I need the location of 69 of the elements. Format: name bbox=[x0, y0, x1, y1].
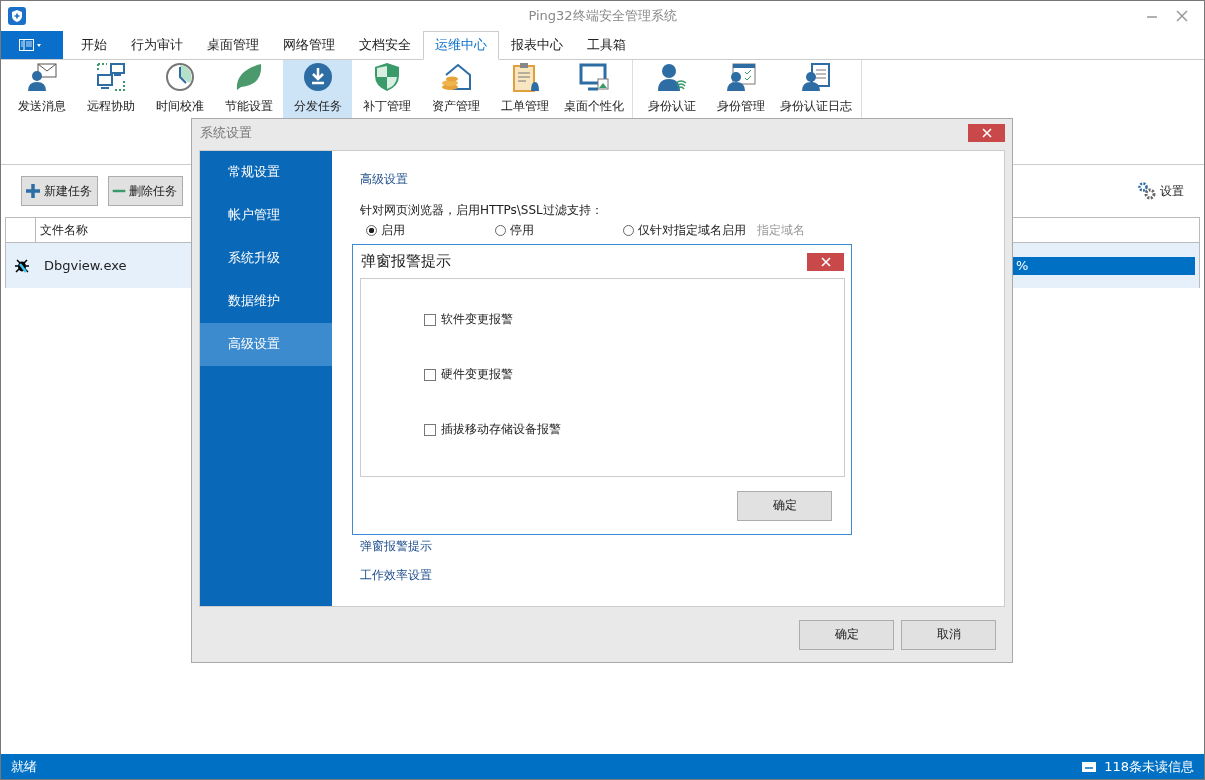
sidebar-item[interactable]: 高级设置 bbox=[200, 323, 332, 366]
monitor-icon bbox=[577, 61, 610, 93]
sidebar-item[interactable]: 数据维护 bbox=[200, 280, 332, 323]
ribbon-button[interactable]: 身份认证 bbox=[637, 60, 706, 118]
domain-hint: 指定域名 bbox=[757, 222, 805, 239]
ribbon-button[interactable]: 发送消息 bbox=[7, 60, 76, 118]
ribbon-button[interactable]: 时间校准 bbox=[145, 60, 214, 118]
dialog-title: 弹窗报警提示 bbox=[361, 252, 451, 271]
ok-button[interactable]: 确定 bbox=[737, 490, 832, 521]
download-icon bbox=[301, 61, 334, 93]
message-icon bbox=[1082, 761, 1097, 772]
menu-tab[interactable]: 桌面管理 bbox=[195, 31, 271, 60]
close-button[interactable] bbox=[968, 124, 1005, 142]
menu-tab[interactable]: 报表中心 bbox=[499, 31, 575, 60]
alert-checkbox[interactable]: 软件变更报警 bbox=[424, 312, 513, 327]
close-icon bbox=[820, 256, 831, 267]
ribbon-button[interactable]: 资产管理 bbox=[421, 60, 490, 118]
file-name: Dbgview.exe bbox=[44, 258, 127, 273]
person-document-icon bbox=[800, 61, 832, 93]
settings-link[interactable]: 工作效率设置 bbox=[360, 567, 432, 584]
alert-checkbox[interactable]: 硬件变更报警 bbox=[424, 367, 513, 382]
window-title: Ping32终端安全管理系统 bbox=[528, 7, 677, 25]
envelope-person-icon bbox=[25, 61, 58, 93]
status-text: 就绪 bbox=[11, 757, 37, 776]
menu-tab[interactable]: 文档安全 bbox=[347, 31, 423, 60]
fingerprint-person-icon bbox=[655, 61, 688, 93]
menu-button[interactable] bbox=[1, 31, 63, 59]
radio-option[interactable]: 仅针对指定域名启用 bbox=[623, 222, 746, 239]
progress-bar: % bbox=[1013, 256, 1195, 275]
close-icon[interactable] bbox=[1176, 10, 1188, 22]
menu-tab[interactable]: 工具箱 bbox=[575, 31, 638, 60]
app-logo-icon bbox=[8, 7, 26, 25]
settings-button[interactable]: 设置 bbox=[1132, 181, 1190, 201]
section-title: 高级设置 bbox=[360, 171, 409, 188]
ribbon-button[interactable]: 身份管理 bbox=[706, 60, 775, 118]
close-button[interactable] bbox=[807, 252, 844, 271]
house-coins-icon bbox=[439, 61, 472, 93]
new-task-button[interactable]: 新建任务 bbox=[21, 176, 98, 206]
ribbon-button[interactable]: 节能设置 bbox=[214, 60, 283, 118]
bug-icon bbox=[14, 257, 30, 274]
sidebar-item[interactable]: 常规设置 bbox=[200, 151, 332, 194]
cancel-button[interactable]: 取消 bbox=[901, 619, 996, 650]
radio-option[interactable]: 停用 bbox=[495, 222, 534, 239]
ssl-label: 针对网页浏览器，启用HTTPs\SSL过滤支持： bbox=[360, 202, 604, 219]
radio-option[interactable]: 启用 bbox=[366, 222, 405, 239]
plus-icon bbox=[25, 183, 41, 199]
ok-button[interactable]: 确定 bbox=[799, 619, 894, 650]
menu-tab[interactable]: 运维中心 bbox=[423, 31, 499, 60]
unread-messages[interactable]: 118条未读信息 bbox=[1104, 757, 1194, 776]
person-checklist-icon bbox=[724, 61, 757, 93]
ribbon-button[interactable]: 远程协助 bbox=[76, 60, 145, 118]
clock-icon bbox=[163, 61, 196, 93]
settings-link[interactable]: 弹窗报警提示 bbox=[360, 538, 432, 555]
gears-icon bbox=[1138, 182, 1156, 200]
ribbon-button[interactable]: 桌面个性化 bbox=[559, 60, 628, 118]
menu-tab[interactable]: 网络管理 bbox=[271, 31, 347, 60]
ribbon-button[interactable]: 分发任务 bbox=[283, 60, 352, 118]
ribbon-button[interactable]: 补丁管理 bbox=[352, 60, 421, 118]
ribbon-button[interactable]: 工单管理 bbox=[490, 60, 559, 118]
computers-icon bbox=[94, 61, 127, 93]
close-icon bbox=[981, 128, 992, 138]
dialog-title: 系统设置 bbox=[200, 124, 252, 142]
alert-checkbox[interactable]: 插拔移动存储设备报警 bbox=[424, 422, 561, 437]
menu-tab[interactable]: 行为审计 bbox=[119, 31, 195, 60]
ribbon-button[interactable]: 身份认证日志 bbox=[775, 60, 857, 118]
delete-task-button[interactable]: 删除任务 bbox=[108, 176, 183, 206]
sidebar-item[interactable]: 系统升级 bbox=[200, 237, 332, 280]
sidebar-item[interactable]: 帐户管理 bbox=[200, 194, 332, 237]
menu-tab[interactable]: 开始 bbox=[69, 31, 119, 60]
